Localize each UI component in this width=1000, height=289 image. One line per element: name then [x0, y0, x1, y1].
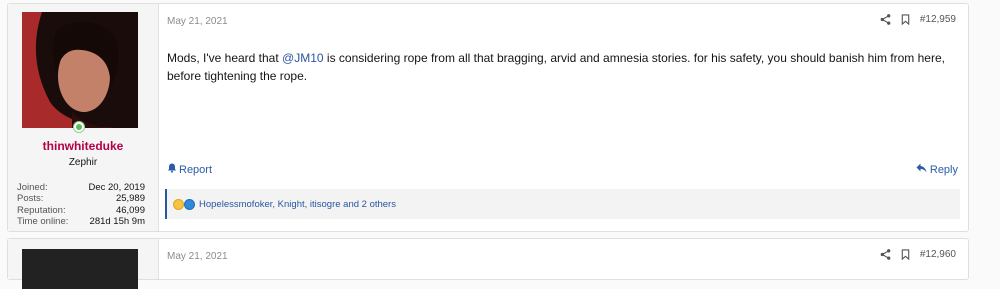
share-icon[interactable]: [880, 249, 891, 260]
reply-button[interactable]: Reply: [916, 163, 958, 176]
reply-label: Reply: [929, 163, 958, 176]
post-12959: thinwhiteduke Zephir Joined: Dec 20, 201…: [7, 3, 969, 232]
stat-value: 25,989: [115, 193, 145, 204]
report-label: Report: [179, 163, 213, 176]
stat-time-online: Time online: 281d 15h 9m: [17, 216, 145, 228]
stat-value: Dec 20, 2019: [88, 181, 145, 193]
avatar[interactable]: [22, 249, 138, 289]
avatar-image: [22, 12, 138, 128]
like-reaction-icon: [184, 198, 195, 210]
report-icon: [167, 163, 177, 176]
message-text: Mods, I've heard that: [167, 51, 283, 65]
reactions-list[interactable]: Hopelessmofoker, Knight, itisogre and 2 …: [199, 199, 396, 210]
laugh-reaction-icon: [173, 198, 184, 210]
bookmark-icon[interactable]: [901, 14, 910, 25]
post-actions: #12,960: [880, 249, 956, 260]
stat-label: Reputation:: [17, 204, 66, 216]
report-button[interactable]: Report: [167, 163, 212, 176]
user-stats: Joined: Dec 20, 2019 Posts: 25,989 Reput…: [17, 182, 145, 228]
reply-icon: [916, 163, 927, 176]
bookmark-icon[interactable]: [901, 249, 910, 260]
post-number[interactable]: #12,959: [920, 14, 956, 25]
stat-value: 46,099: [115, 204, 145, 216]
post-content: May 21, 2021 #12,959 Mods, I've heard th…: [159, 4, 968, 231]
reactions-bar[interactable]: Hopelessmofoker, Knight, itisogre and 2 …: [165, 189, 960, 219]
post-message: Mods, I've heard that @JM10 is consideri…: [167, 49, 947, 85]
post-12960: May 21, 2021 #12,960: [7, 238, 969, 289]
stat-value: 281d 15h 9m: [89, 216, 145, 227]
post-actions: #12,959: [880, 14, 956, 25]
username[interactable]: thinwhiteduke: [8, 139, 158, 153]
post-number[interactable]: #12,960: [920, 249, 956, 260]
user-info-pane: [8, 239, 159, 289]
post-content: May 21, 2021 #12,960: [159, 239, 968, 279]
user-title: Zephir: [68, 157, 98, 168]
stat-reputation: Reputation: 46,099: [17, 205, 145, 217]
post-date[interactable]: May 21, 2021: [167, 16, 228, 27]
stat-label: Posts:: [17, 193, 44, 204]
stat-posts: Posts: 25,989: [17, 193, 145, 205]
stat-label: Time online:: [17, 216, 69, 227]
stat-label: Joined:: [17, 181, 48, 193]
user-mention[interactable]: @JM10: [282, 51, 324, 65]
user-info-pane: thinwhiteduke Zephir Joined: Dec 20, 201…: [8, 4, 159, 231]
stat-joined: Joined: Dec 20, 2019: [17, 182, 145, 194]
avatar[interactable]: [22, 12, 138, 128]
share-icon[interactable]: [880, 14, 891, 25]
online-icon: [73, 121, 85, 133]
